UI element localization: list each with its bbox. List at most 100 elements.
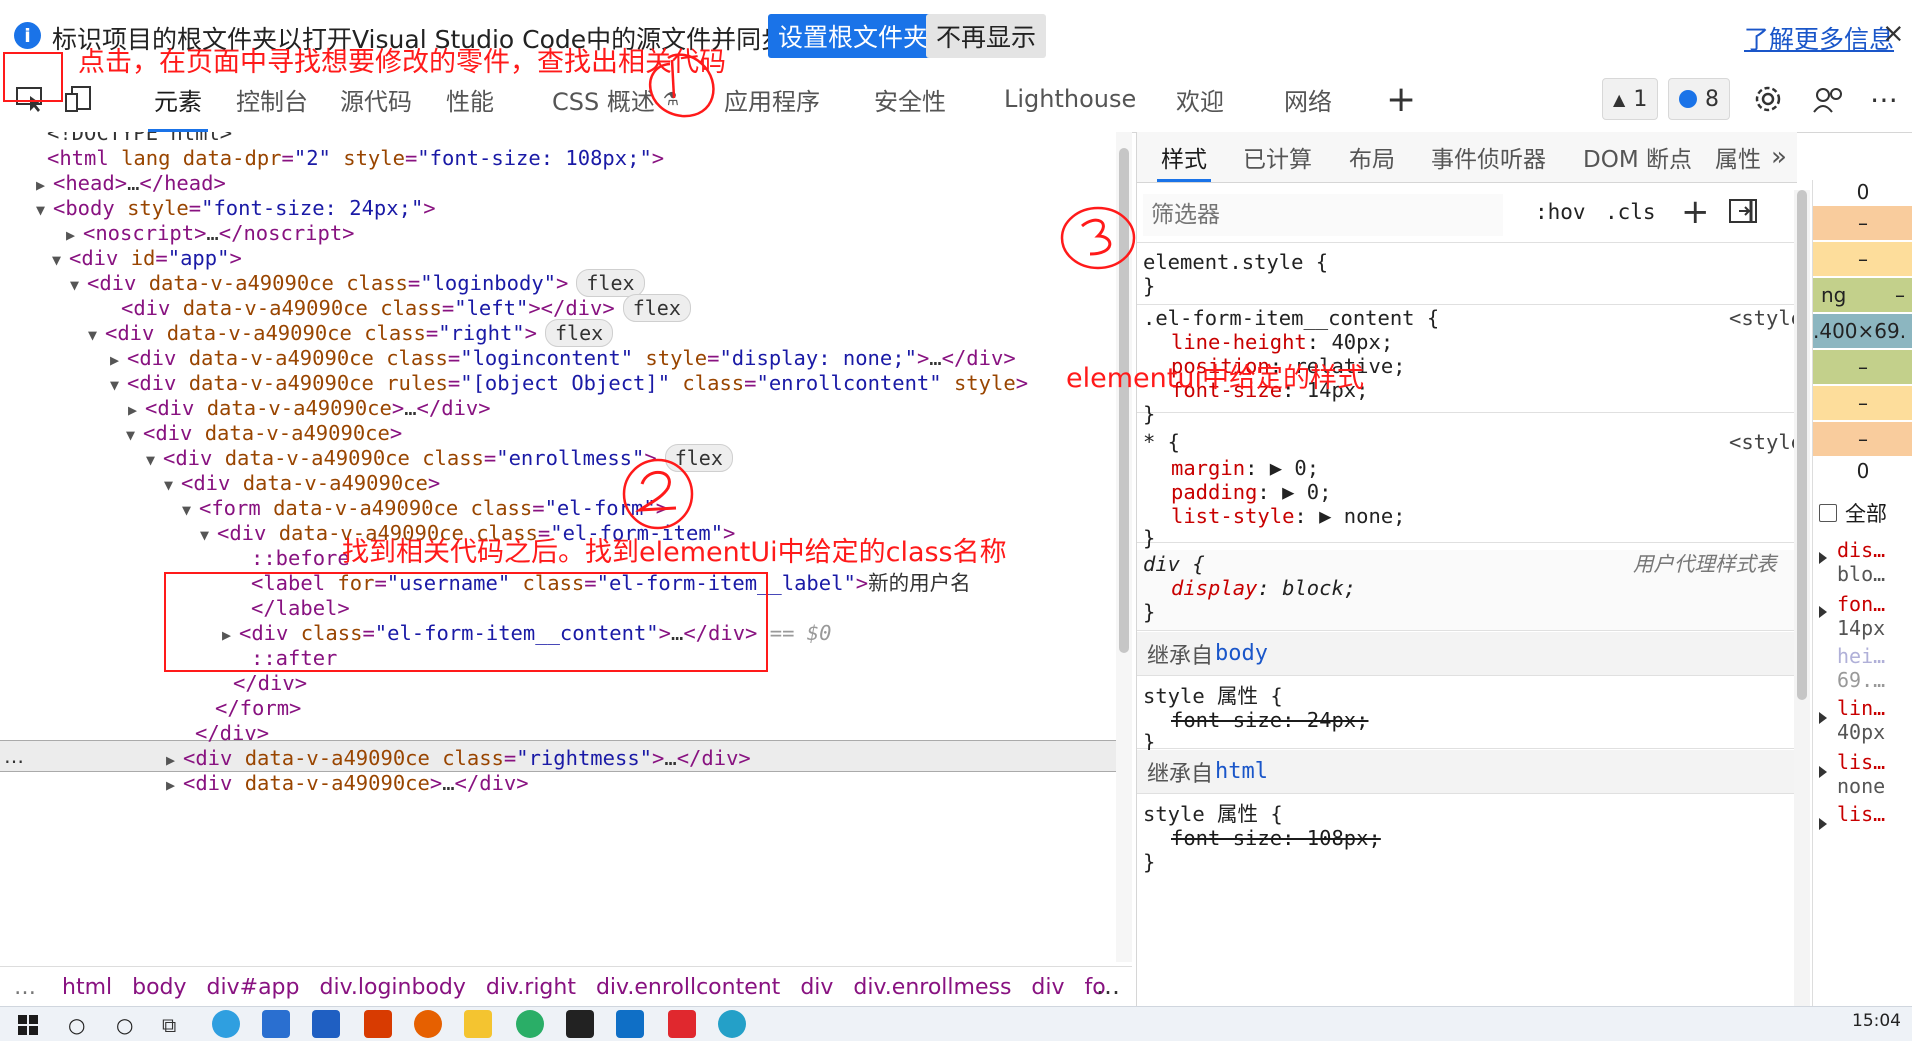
margin-box[interactable]: –: [1813, 206, 1912, 240]
hover-state-toggle[interactable]: :hov: [1535, 200, 1586, 224]
flex-badge[interactable]: flex: [622, 294, 691, 322]
file-explorer-icon[interactable]: [464, 1010, 492, 1038]
breadcrumb-item[interactable]: div: [1031, 975, 1064, 1000]
styles-scrollbar[interactable]: [1794, 190, 1810, 1006]
office-icon[interactable]: [364, 1010, 392, 1038]
collapse-arrow-icon[interactable]: ▼: [164, 470, 181, 500]
annotation-box-inspect: [3, 52, 63, 102]
dom-node-line[interactable]: ▶ <div data-v-a49090ce>…</div>: [166, 768, 529, 798]
overridden-property[interactable]: font-size: 24px;: [1171, 706, 1368, 734]
inherited-node-link[interactable]: html: [1215, 759, 1268, 784]
padding-box[interactable]: ng –: [1813, 278, 1912, 312]
collapse-arrow-icon[interactable]: ▼: [52, 245, 69, 275]
inherited-node-link[interactable]: body: [1215, 641, 1268, 666]
breadcrumb-more[interactable]: …: [14, 975, 36, 1000]
warnings-counter[interactable]: ▲ 1: [1602, 78, 1659, 120]
collapse-arrow-icon[interactable]: ▼: [126, 420, 143, 450]
more-options-icon[interactable]: ⋯: [1860, 75, 1908, 123]
dom-token: style: [127, 196, 189, 220]
dom-token: "[object Object]": [460, 371, 671, 395]
wechat-icon[interactable]: [516, 1010, 544, 1038]
firefox-icon[interactable]: [414, 1010, 442, 1038]
add-tab-button[interactable]: +: [1386, 66, 1416, 132]
tab-dom-breakpoints[interactable]: DOM 断点: [1583, 132, 1692, 182]
breadcrumb-item[interactable]: div: [800, 975, 833, 1000]
tab-network[interactable]: 网络: [1284, 66, 1332, 132]
collapse-arrow-icon[interactable]: ▼: [146, 445, 163, 475]
terminal-icon[interactable]: [566, 1010, 594, 1038]
customize-icon[interactable]: [1804, 75, 1852, 123]
collapse-arrow-icon[interactable]: ▼: [70, 270, 87, 300]
dont-show-again-button[interactable]: 不再显示: [926, 14, 1047, 58]
settings-gear-icon[interactable]: [1744, 75, 1792, 123]
set-root-folder-button[interactable]: 设置根文件夹: [768, 14, 939, 58]
class-toggle[interactable]: .cls: [1605, 200, 1656, 224]
collapse-arrow-icon[interactable]: ▼: [110, 370, 127, 400]
breadcrumb-item[interactable]: div.loginbody: [320, 975, 466, 1000]
border-box[interactable]: –: [1813, 242, 1912, 276]
tab-lighthouse[interactable]: Lighthouse: [1004, 66, 1136, 132]
tab-properties[interactable]: 属性: [1715, 132, 1761, 182]
overridden-property[interactable]: font-size: 108px;: [1171, 824, 1381, 852]
dom-token: =: [425, 321, 439, 345]
vscode-icon[interactable]: [616, 1010, 644, 1038]
breadcrumb-item[interactable]: html: [62, 975, 112, 1000]
breadcrumb-item[interactable]: div.right: [486, 975, 576, 1000]
content-box[interactable]: .400×69.: [1813, 314, 1912, 348]
styles-filter-input[interactable]: [1143, 194, 1503, 236]
breadcrumb-overflow-button[interactable]: …: [1096, 972, 1120, 1000]
new-style-rule-icon[interactable]: +: [1681, 192, 1710, 232]
user-agent-div-rule[interactable]: div { 用户代理样式表 display: block; }: [1137, 550, 1797, 631]
close-icon[interactable]: ×: [1882, 18, 1905, 49]
task-view-icon[interactable]: ⧉: [162, 1013, 176, 1037]
style-property[interactable]: display: block;: [1171, 574, 1356, 602]
dom-token: == $0: [757, 621, 832, 645]
more-tabs-icon[interactable]: »: [1771, 132, 1787, 182]
breadcrumb-item[interactable]: div.enrollcontent: [596, 975, 780, 1000]
netease-music-icon[interactable]: [668, 1010, 696, 1038]
collapse-arrow-icon[interactable]: ▼: [36, 195, 53, 225]
tab-application[interactable]: 应用程序: [724, 66, 820, 132]
elements-scrollbar[interactable]: [1116, 132, 1132, 962]
dom-token: <div: [143, 421, 205, 445]
mail-icon[interactable]: [312, 1010, 340, 1038]
rule-source-link[interactable]: <style>: [1729, 304, 1797, 332]
tab-layout[interactable]: 布局: [1349, 132, 1395, 182]
show-all-checkbox[interactable]: 全部: [1819, 498, 1887, 528]
flex-badge[interactable]: flex: [664, 444, 733, 472]
node-ellipsis[interactable]: …: [4, 741, 24, 771]
search-icon[interactable]: ○: [68, 1013, 85, 1037]
html-style-attribute-rule[interactable]: style 属性 { font-size: 108px; }: [1137, 796, 1797, 876]
store-icon[interactable]: [262, 1010, 290, 1038]
user-agent-stylesheet-label: 用户代理样式表: [1633, 552, 1777, 576]
body-style-attribute-rule[interactable]: style 属性 { font-size: 24px; }: [1137, 678, 1797, 754]
breadcrumb-item[interactable]: div.enrollmess: [853, 975, 1011, 1000]
universal-rule[interactable]: * { <style> margin: ▶ 0; padding: ▶ 0; l…: [1137, 422, 1797, 550]
tab-styles[interactable]: 样式: [1157, 132, 1211, 182]
rule-source-link[interactable]: <style>: [1729, 428, 1797, 456]
breadcrumb-item[interactable]: div#app: [207, 975, 300, 1000]
warning-icon: ▲: [1613, 89, 1626, 109]
collapse-arrow-icon[interactable]: ▼: [88, 320, 105, 350]
breadcrumb-item[interactable]: body: [132, 975, 186, 1000]
dom-token: >: [916, 346, 930, 370]
inherited-from-body: 继承自 body: [1137, 632, 1797, 676]
dom-token: <div: [105, 321, 167, 345]
windows-start-icon[interactable]: [18, 1015, 38, 1035]
tab-security[interactable]: 安全性: [874, 66, 946, 132]
messages-counter[interactable]: 8: [1668, 78, 1730, 120]
learn-more-link[interactable]: 了解更多信息: [1744, 20, 1894, 56]
dom-token: =: [441, 296, 455, 320]
edge-dev-icon[interactable]: [718, 1010, 746, 1038]
collapse-arrow-icon[interactable]: ▼: [182, 495, 199, 525]
search-icon[interactable]: ○: [116, 1013, 133, 1037]
toggle-sidebar-icon[interactable]: [1729, 198, 1757, 228]
element-style-rule[interactable]: element.style { }: [1137, 244, 1797, 305]
tab-computed[interactable]: 已计算: [1243, 132, 1312, 182]
collapse-arrow-icon[interactable]: ▼: [200, 520, 217, 550]
tab-event-listeners[interactable]: 事件侦听器: [1431, 132, 1546, 182]
tab-welcome[interactable]: 欢迎: [1176, 66, 1224, 132]
expand-arrow-icon[interactable]: ▶: [166, 770, 183, 800]
style-property[interactable]: list-style: ▶ none;: [1171, 502, 1406, 530]
edge-icon[interactable]: [212, 1010, 240, 1038]
